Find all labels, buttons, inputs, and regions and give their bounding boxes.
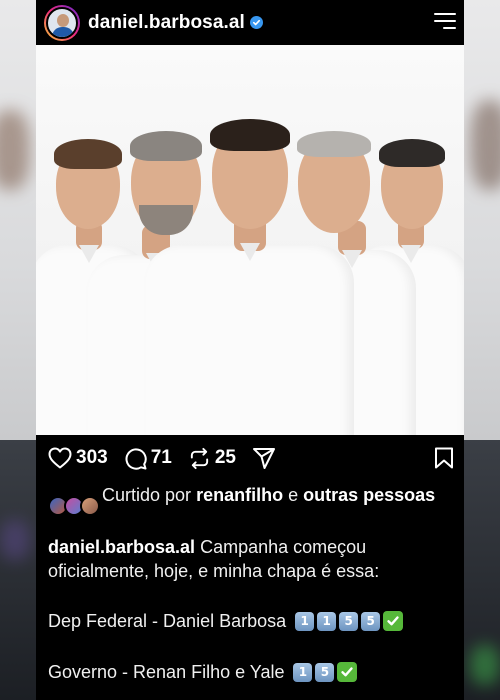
action-bar: 303 71 25 [36, 435, 464, 481]
avatar [80, 496, 100, 516]
backdrop-blur-shape [0, 110, 30, 190]
keycap-digit: 5 [339, 611, 359, 631]
caption-author[interactable]: daniel.barbosa.al [48, 537, 195, 557]
verified-icon [249, 16, 263, 29]
repost-icon [190, 447, 208, 469]
liked-by-others[interactable]: outras pessoas [303, 485, 435, 505]
reposts-count: 25 [214, 447, 236, 468]
caption-line-governo: Governo - Renan Filho e Yale 1 5 [48, 660, 358, 684]
keycap-digit: 1 [295, 611, 315, 631]
menu-icon[interactable] [434, 13, 456, 29]
comments-count: 71 [150, 447, 172, 468]
liked-by: Curtido por renanfilho e outras pessoas [48, 483, 458, 518]
checkmark-icon [383, 611, 404, 631]
checkmark-icon [337, 662, 358, 682]
liker-avatars [48, 496, 102, 518]
bookmark-button[interactable] [434, 447, 454, 474]
post-photo[interactable] [36, 45, 464, 435]
backdrop-blur-shape [470, 645, 500, 685]
avatar[interactable] [44, 4, 80, 41]
keycap-digit: 1 [293, 662, 313, 682]
comment-button[interactable]: 71 [124, 447, 172, 470]
keycap-digit: 5 [361, 611, 381, 631]
liked-by-text: Curtido por renanfilho e outras pessoas [102, 485, 436, 505]
repost-button[interactable]: 25 [188, 447, 236, 470]
keycap-digit: 1 [317, 611, 337, 631]
instagram-post: daniel.barbosa.al 303 71 25 Curtido por … [36, 0, 464, 700]
backdrop-blur-shape [470, 100, 500, 190]
bookmark-icon [435, 447, 453, 469]
post-header: daniel.barbosa.al [36, 0, 464, 45]
username[interactable]: daniel.barbosa.al [88, 12, 245, 34]
backdrop-blur-shape [0, 520, 30, 560]
share-icon [252, 447, 275, 469]
like-button[interactable]: 303 [48, 447, 108, 469]
comment-icon [125, 447, 147, 470]
likes-count: 303 [76, 447, 108, 468]
caption-line-federal: Dep Federal - Daniel Barbosa 1 1 5 5 [48, 609, 404, 633]
keycap-digit: 5 [315, 662, 335, 682]
liked-by-user[interactable]: renanfilho [196, 485, 283, 505]
share-button[interactable] [252, 447, 276, 470]
heart-icon [48, 447, 72, 469]
caption: daniel.barbosa.al Campanha começou ofici… [48, 535, 458, 583]
